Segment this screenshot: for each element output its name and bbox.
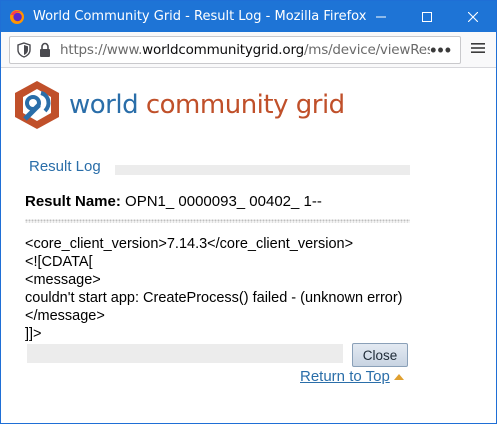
maximize-button[interactable] [404, 1, 450, 32]
url-domain: worldcommunitygrid.org [142, 42, 304, 58]
brand-word-world: world [69, 90, 139, 120]
close-icon [468, 11, 478, 22]
hamburger-menu-icon[interactable] [470, 40, 486, 56]
bottom-divider [27, 344, 343, 363]
page-actions-button[interactable]: ••• [430, 40, 452, 61]
section-title: Result Log [29, 158, 101, 175]
brand-name: world community grid [69, 90, 345, 120]
result-name: Result Name: OPN1_ 0000093_ 00402_ 1-- [25, 193, 322, 210]
page-content: world community grid Result Log Result N… [1, 69, 496, 423]
browser-window: World Community Grid - Result Log - Mozi… [0, 0, 497, 424]
window-controls [358, 1, 496, 32]
close-button[interactable]: Close [352, 343, 408, 367]
return-to-top-link[interactable]: Return to Top [300, 368, 404, 385]
firefox-icon [10, 9, 24, 24]
result-name-label: Result Name: [25, 193, 121, 210]
title-divider [115, 165, 410, 175]
maximize-icon [422, 11, 432, 22]
result-name-value: OPN1_ 0000093_ 00402_ 1-- [125, 193, 322, 210]
up-arrow-icon [393, 373, 404, 380]
lock-icon[interactable] [38, 42, 52, 58]
address-bar[interactable]: https://www.worldcommunitygrid.org/ms/de… [9, 36, 461, 64]
brand-word-community: community [145, 90, 289, 120]
wcg-logo[interactable]: world community grid [11, 79, 345, 131]
return-to-top-label: Return to Top [300, 368, 390, 385]
url-path: /ms/device/viewResult [303, 42, 430, 58]
wcg-logo-icon [15, 81, 59, 129]
navigation-toolbar: https://www.worldcommunitygrid.org/ms/de… [1, 32, 496, 68]
shield-icon[interactable] [16, 42, 32, 58]
close-window-button[interactable] [450, 1, 496, 32]
minimize-button[interactable] [358, 1, 404, 32]
window-title: World Community Grid - Result Log - Mozi… [33, 9, 367, 24]
url-text[interactable]: https://www.worldcommunitygrid.org/ms/de… [60, 42, 430, 58]
title-bar: World Community Grid - Result Log - Mozi… [1, 1, 496, 32]
dotted-divider [25, 219, 410, 223]
result-log-text: <core_client_version>7.14.3</core_client… [25, 236, 403, 342]
url-prefix: https://www. [60, 42, 143, 58]
minimize-icon [376, 16, 386, 17]
brand-word-grid: grid [295, 90, 345, 120]
